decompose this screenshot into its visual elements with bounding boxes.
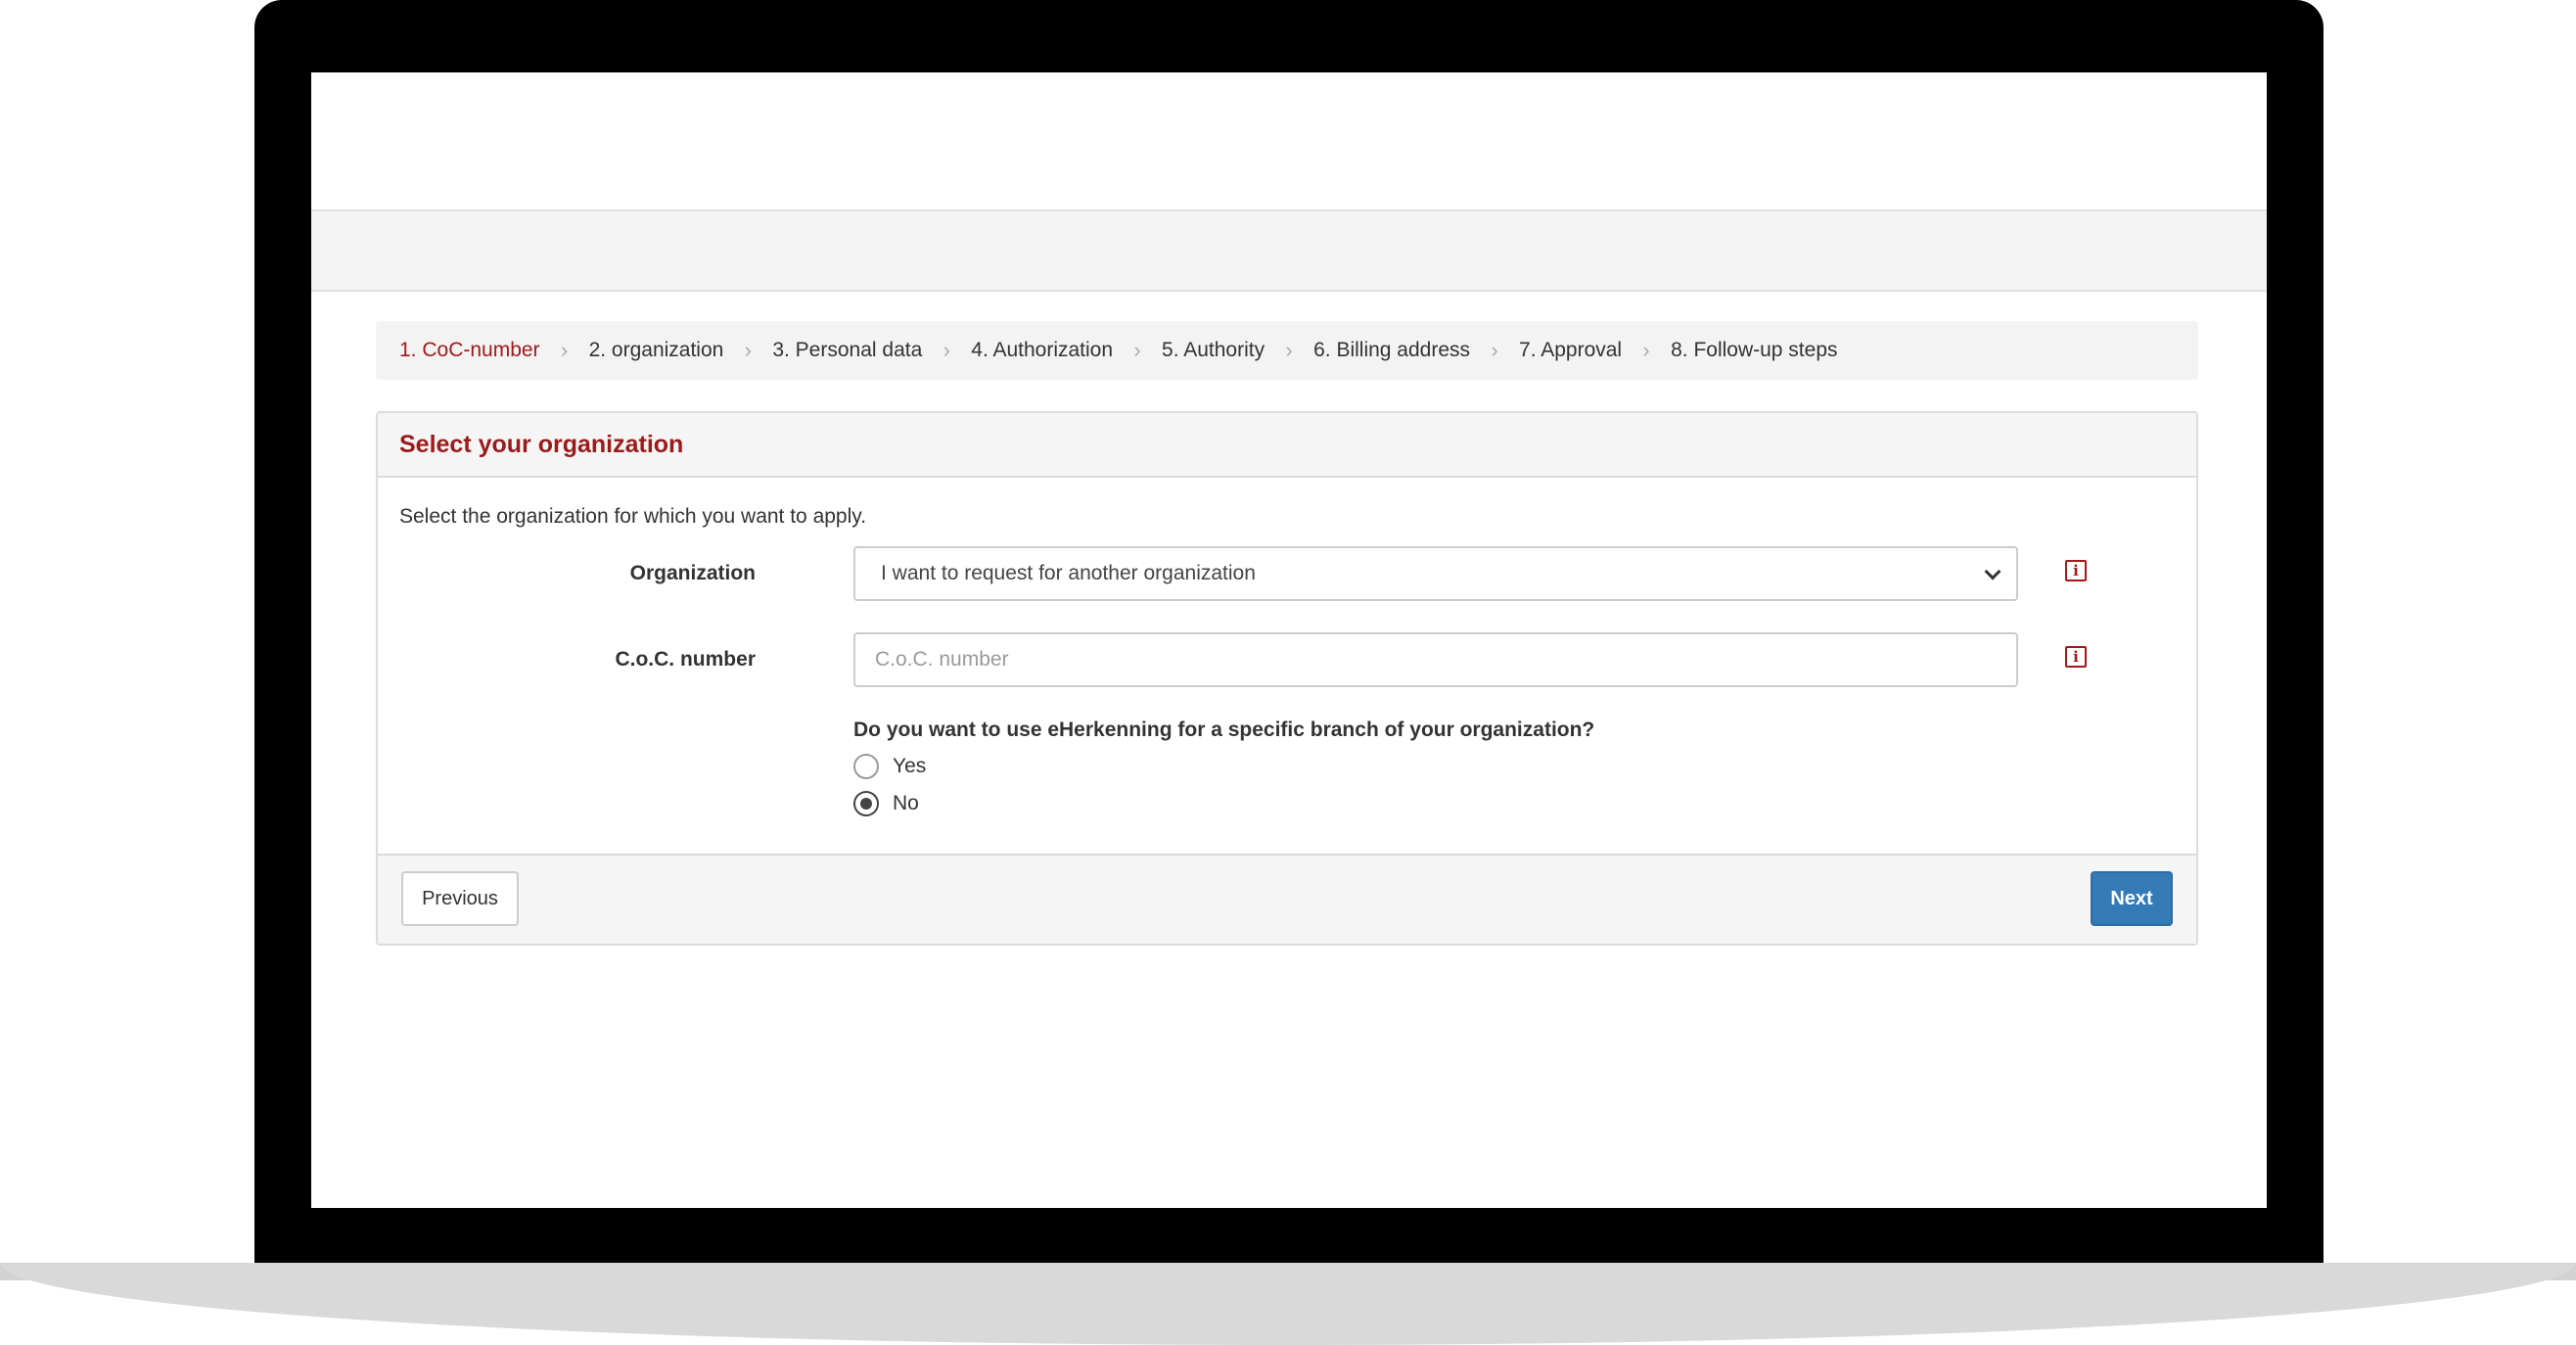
coc-number-input[interactable]: C.o.C. number: [853, 632, 2018, 687]
step-follow-up[interactable]: 8. Follow-up steps: [1671, 339, 1837, 362]
organization-panel: Select your organization Select the orga…: [376, 411, 2198, 946]
chevron-down-icon: [1984, 563, 2001, 580]
organization-label: Organization: [629, 562, 756, 584]
chevron-right-icon: ›: [560, 338, 569, 362]
radio-option-no[interactable]: No: [853, 791, 919, 816]
step-coc-number[interactable]: 1. CoC-number: [399, 339, 540, 362]
next-button[interactable]: Next: [2091, 871, 2173, 926]
header-band: [311, 209, 2267, 292]
panel-header: Select your organization: [378, 413, 2196, 478]
step-billing-address[interactable]: 6. Billing address: [1313, 339, 1470, 362]
step-authorization[interactable]: 4. Authorization: [971, 339, 1113, 362]
step-personal-data[interactable]: 3. Personal data: [772, 339, 922, 362]
previous-button[interactable]: Previous: [401, 871, 519, 926]
chevron-right-icon: ›: [1491, 338, 1498, 362]
chevron-right-icon: ›: [943, 338, 950, 362]
intro-text: Select the organization for which you wa…: [399, 505, 867, 528]
chevron-right-icon: ›: [1133, 338, 1141, 362]
info-icon[interactable]: i: [2065, 646, 2087, 668]
chevron-right-icon: ›: [1642, 338, 1650, 362]
step-progress-bar: 1. CoC-number › 2. organization › 3. Per…: [376, 321, 2198, 380]
radio-option-yes[interactable]: Yes: [853, 754, 926, 779]
radio-button-no[interactable]: [853, 791, 879, 816]
organization-select-value: I want to request for another organizati…: [881, 562, 1256, 584]
coc-number-label: C.o.C. number: [615, 648, 756, 671]
chevron-right-icon: ›: [1285, 338, 1293, 362]
laptop-base: [0, 1263, 2576, 1345]
step-approval[interactable]: 7. Approval: [1519, 339, 1622, 362]
step-authority[interactable]: 5. Authority: [1162, 339, 1265, 362]
step-organization[interactable]: 2. organization: [589, 339, 724, 362]
laptop-screen: 1. CoC-number › 2. organization › 3. Per…: [311, 72, 2267, 1208]
radio-label-no: No: [893, 792, 919, 814]
chevron-right-icon: ›: [744, 338, 752, 362]
info-icon[interactable]: i: [2065, 560, 2087, 581]
organization-select[interactable]: I want to request for another organizati…: [853, 546, 2018, 601]
panel-footer: Previous Next: [378, 854, 2196, 944]
branch-question: Do you want to use eHerkenning for a spe…: [853, 719, 1595, 741]
radio-label-yes: Yes: [893, 755, 927, 777]
panel-title: Select your organization: [399, 431, 684, 458]
radio-button-yes[interactable]: [853, 754, 879, 779]
